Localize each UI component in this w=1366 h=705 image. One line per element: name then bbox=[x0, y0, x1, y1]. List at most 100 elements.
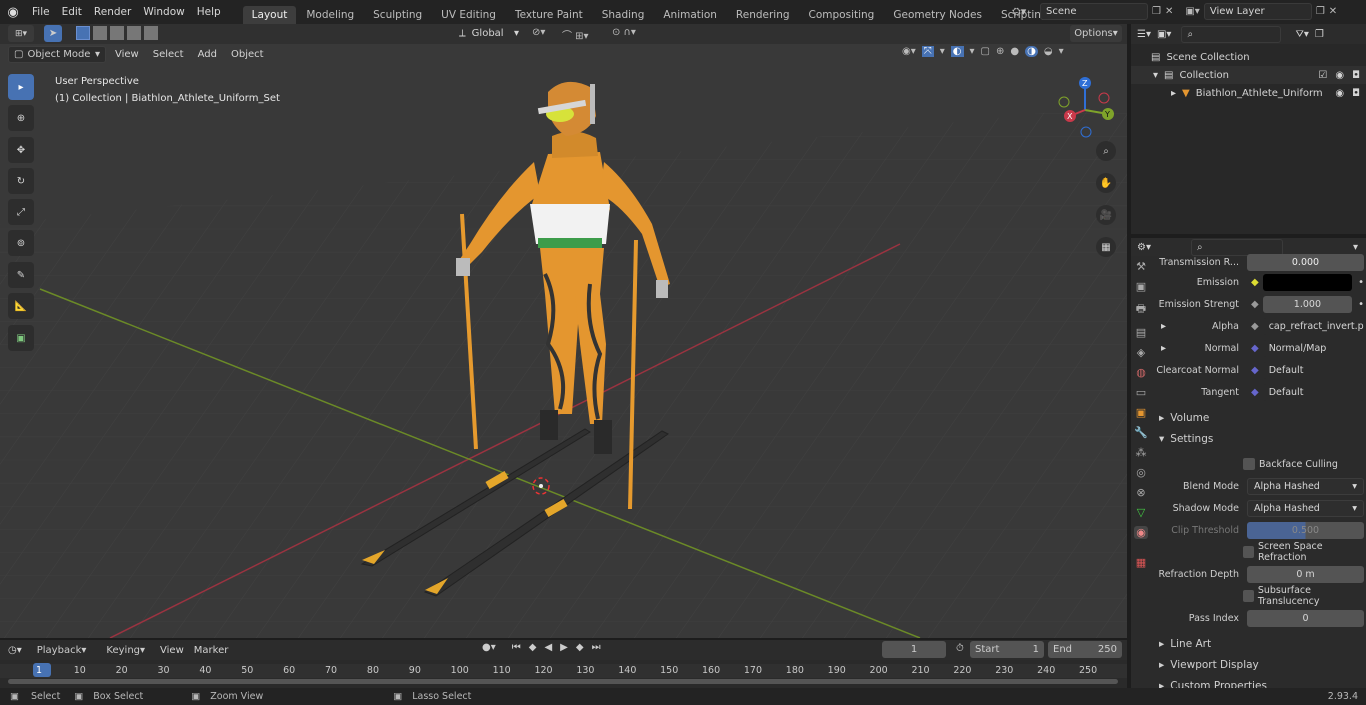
viewport-display-panel-header[interactable]: ▸ Viewport Display bbox=[1153, 656, 1259, 674]
volume-panel-header[interactable]: ▸ Volume bbox=[1153, 409, 1209, 427]
render-tab-icon[interactable]: ▣ bbox=[1136, 280, 1146, 293]
normal-link-field[interactable]: Normal/Map bbox=[1262, 339, 1364, 357]
frame-ruler[interactable]: 1 10 20 30 40 50 60 70 80 90 100 110 120 130 140 150 160… bbox=[0, 664, 1127, 678]
exclude-checkbox-icon[interactable]: ☑ bbox=[1318, 70, 1327, 81]
tab-sculpting[interactable]: Sculpting bbox=[364, 6, 431, 24]
transform-tool-icon[interactable]: ⊚ bbox=[8, 230, 34, 256]
prev-keyframe-icon[interactable]: ◆ bbox=[529, 642, 537, 653]
move-tool-icon[interactable]: ✥ bbox=[8, 137, 34, 163]
outliner-row-collection[interactable]: ▾ ▤ Collection ☑ ◉ ◘ bbox=[1131, 66, 1366, 84]
gizmo-toggle-icon[interactable]: ⤧ bbox=[921, 46, 934, 57]
tab-modeling[interactable]: Modeling bbox=[297, 6, 363, 24]
scene-icon[interactable]: ⛭▾ bbox=[1012, 5, 1036, 19]
delete-view-layer-icon[interactable]: ✕ bbox=[1329, 6, 1337, 17]
view-layer-icon[interactable]: ▣▾ bbox=[1185, 6, 1199, 17]
view-menu[interactable]: View bbox=[110, 49, 144, 60]
timeline-scrollbar[interactable] bbox=[8, 679, 1118, 684]
add-cube-tool-icon[interactable]: ▣ bbox=[8, 325, 34, 351]
tab-shading[interactable]: Shading bbox=[593, 6, 654, 24]
ssr-row[interactable]: Screen Space Refraction bbox=[1153, 541, 1364, 563]
menu-render[interactable]: Render bbox=[88, 6, 137, 18]
object-menu[interactable]: Object bbox=[226, 49, 269, 60]
keying-menu[interactable]: Keying ▾ bbox=[101, 642, 150, 659]
tab-uv-editing[interactable]: UV Editing bbox=[432, 6, 505, 24]
camera-view-icon[interactable]: 🎥 bbox=[1096, 205, 1116, 225]
editor-type-button[interactable]: ⊞▾ bbox=[8, 25, 34, 42]
navigation-gizmo[interactable]: Z Y X bbox=[1050, 72, 1120, 142]
play-reverse-icon[interactable]: ◀ bbox=[544, 642, 552, 653]
tab-geometry-nodes[interactable]: Geometry Nodes bbox=[884, 6, 991, 24]
line-art-panel-header[interactable]: ▸ Line Art bbox=[1153, 635, 1211, 653]
collection-tab-icon[interactable]: ▭ bbox=[1136, 386, 1146, 399]
shading-options-icon[interactable]: ▾ bbox=[1059, 46, 1064, 57]
pass-index-field[interactable]: 0 bbox=[1247, 609, 1364, 627]
timeline-view-menu[interactable]: View bbox=[160, 645, 184, 656]
tab-animation[interactable]: Animation bbox=[654, 6, 726, 24]
proportional-edit-icon[interactable]: ⊙ ∩▾ bbox=[612, 27, 636, 38]
menu-edit[interactable]: Edit bbox=[56, 6, 88, 18]
blend-mode-dropdown[interactable]: Alpha Hashed ▾ bbox=[1247, 477, 1364, 495]
delete-scene-icon[interactable]: ✕ bbox=[1165, 6, 1173, 17]
visibility-icon[interactable]: ◉▾ bbox=[902, 46, 916, 57]
rendered-shading-icon[interactable]: ◒ bbox=[1044, 46, 1053, 57]
backface-checkbox[interactable] bbox=[1243, 458, 1255, 470]
scene-name-field[interactable]: Scene bbox=[1040, 3, 1148, 20]
shadow-mode-dropdown[interactable]: Alpha Hashed ▾ bbox=[1247, 499, 1364, 517]
playback-menu[interactable]: Playback ▾ bbox=[32, 642, 92, 659]
object-tab-icon[interactable]: ▣ bbox=[1136, 406, 1146, 419]
outliner-editor-icon[interactable]: ☰▾ bbox=[1137, 29, 1151, 40]
display-mode-icon[interactable]: ▣▾ bbox=[1157, 29, 1171, 40]
marker-menu[interactable]: Marker bbox=[194, 645, 229, 656]
current-frame-field[interactable]: 1 bbox=[882, 641, 946, 658]
keyframe-icon[interactable]: • bbox=[1358, 277, 1364, 288]
sst-checkbox[interactable] bbox=[1243, 590, 1254, 602]
tab-compositing[interactable]: Compositing bbox=[800, 6, 884, 24]
scale-tool-icon[interactable]: ⤢ bbox=[8, 199, 34, 225]
new-collection-icon[interactable]: ❐ bbox=[1315, 29, 1324, 40]
properties-editor-icon[interactable]: ⚙▾ bbox=[1137, 242, 1151, 253]
orientation-dropdown[interactable]: ⟂ Global ▾ bbox=[454, 25, 524, 42]
new-scene-icon[interactable]: ❐ bbox=[1152, 6, 1161, 17]
render-camera-icon[interactable]: ◘ bbox=[1352, 88, 1360, 99]
options-dropdown[interactable]: Options ▾ bbox=[1070, 25, 1122, 42]
expand-icon[interactable]: ▸ bbox=[1161, 321, 1166, 332]
new-view-layer-icon[interactable]: ❐ bbox=[1316, 6, 1325, 17]
add-menu[interactable]: Add bbox=[193, 49, 222, 60]
transmission-field[interactable]: 0.000 bbox=[1247, 253, 1364, 271]
ssr-checkbox[interactable] bbox=[1243, 546, 1254, 558]
view-layer-tab-icon[interactable]: ▤ bbox=[1136, 326, 1146, 339]
ortho-grid-icon[interactable]: ▦ bbox=[1096, 237, 1116, 257]
next-keyframe-icon[interactable]: ◆ bbox=[576, 642, 584, 653]
wireframe-shading-icon[interactable]: ⊕ bbox=[996, 46, 1004, 57]
particles-tab-icon[interactable]: ⁂ bbox=[1136, 446, 1147, 459]
play-icon[interactable]: ▶ bbox=[560, 642, 568, 653]
tangent-field[interactable]: Default bbox=[1262, 383, 1364, 401]
end-frame-field[interactable]: End 250 bbox=[1048, 641, 1122, 658]
tab-layout[interactable]: Layout bbox=[242, 6, 297, 24]
mode-dropdown[interactable]: ▢ Object Mode ▾ bbox=[8, 46, 106, 63]
tool-tab-icon[interactable]: ⚒ bbox=[1136, 260, 1146, 273]
visibility-eye-icon[interactable]: ◉ bbox=[1335, 70, 1344, 81]
output-tab-icon[interactable]: 🖶 bbox=[1136, 300, 1146, 319]
pivot-icon[interactable]: ⊘▾ bbox=[532, 27, 545, 38]
render-camera-icon[interactable]: ◘ bbox=[1352, 70, 1360, 81]
keyframe-icon[interactable]: • bbox=[1358, 299, 1364, 310]
expand-icon[interactable]: ▸ bbox=[1161, 343, 1166, 354]
emission-color-field[interactable] bbox=[1262, 273, 1353, 291]
record-icon[interactable]: ●▾ bbox=[482, 642, 496, 653]
expand-icon[interactable]: ▾ bbox=[1153, 70, 1158, 81]
properties-options-icon[interactable]: ▾ bbox=[1353, 242, 1358, 253]
filter-icon[interactable]: ⛛▾ bbox=[1295, 29, 1308, 40]
select-menu[interactable]: Select bbox=[148, 49, 189, 60]
snap-icon[interactable]: ⌒ ⊞▾ bbox=[562, 27, 589, 42]
measure-tool-icon[interactable]: 📐 bbox=[8, 293, 34, 319]
world-tab-icon[interactable]: ◍ bbox=[1136, 366, 1146, 379]
stopwatch-icon[interactable]: ⏱ bbox=[956, 643, 964, 654]
xray-icon[interactable]: ▢ bbox=[981, 46, 990, 57]
texture-tab-icon[interactable]: ▦ bbox=[1136, 556, 1146, 569]
blender-logo-icon[interactable]: ◉ bbox=[0, 5, 26, 20]
jump-end-icon[interactable]: ⏭ bbox=[592, 642, 601, 653]
timeline-editor-icon[interactable]: ◷▾ bbox=[8, 645, 22, 656]
physics-tab-icon[interactable]: ◎ bbox=[1136, 466, 1146, 479]
overlay-toggle-icon[interactable]: ◐ bbox=[950, 46, 964, 57]
